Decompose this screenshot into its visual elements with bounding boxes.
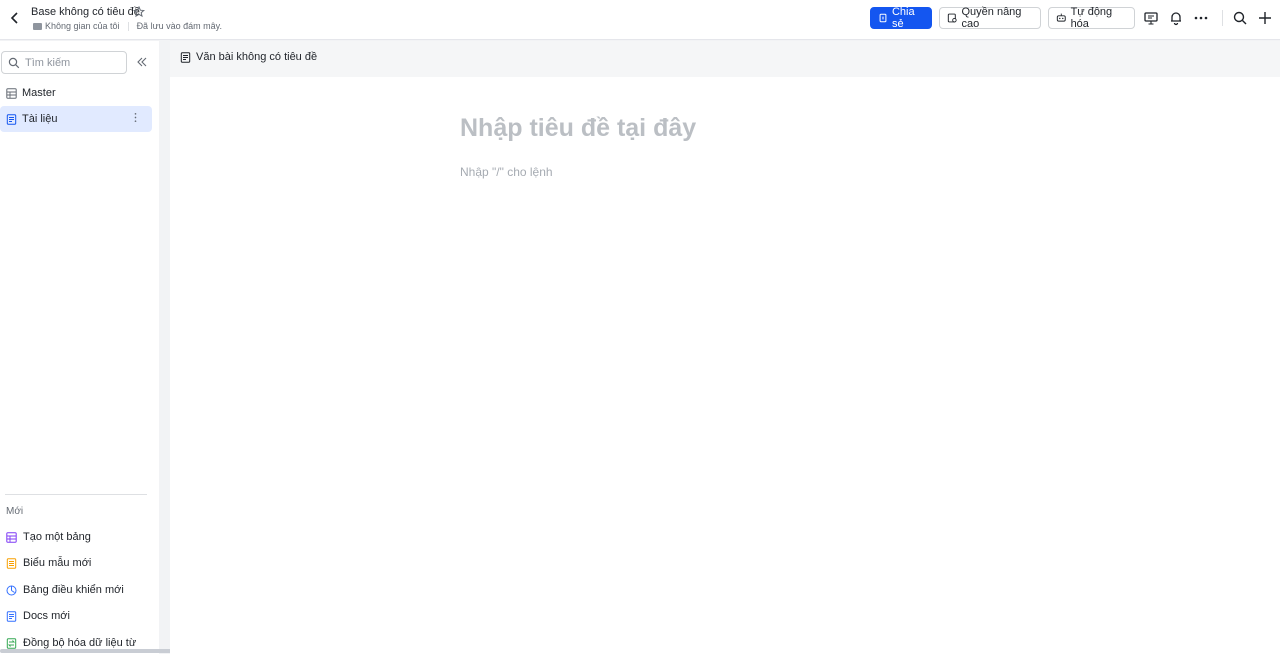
document-title-placeholder[interactable]: Nhập tiêu đề tại đây [460,114,696,143]
new-dashboard-button[interactable]: Bảng điều khiển mới [6,580,124,600]
breadcrumb-divider [127,21,129,31]
sidebar: Tìm kiếm Master Tài liệu Mới Tạo một bản… [0,41,159,654]
new-form-button[interactable]: Biểu mẫu mới [6,553,91,573]
plus-icon[interactable] [1257,10,1273,26]
save-status: Đã lưu vào đám mây. [136,21,222,31]
create-table-button[interactable]: Tạo một bảng [6,527,91,547]
top-header: Base không có tiêu đề Không gian của tôi… [0,0,1280,40]
more-icon[interactable] [1193,10,1209,26]
share-lock-icon [879,13,887,23]
table-icon [6,531,17,543]
docs-icon [6,610,17,622]
document-editor[interactable]: Nhập tiêu đề tại đây Nhập "/" cho lệnh [170,77,1280,654]
new-docs-button[interactable]: Docs mới [6,606,70,626]
back-icon[interactable] [6,9,24,27]
sidebar-divider [5,494,147,495]
permission-icon [947,13,957,23]
document-icon [180,51,191,63]
sidebar-item-label: Master [22,87,56,99]
share-label: Chia sẻ [891,6,915,30]
more-vertical-icon[interactable] [130,112,141,123]
search-placeholder: Tìm kiếm [25,56,71,69]
automation-button[interactable]: Tự động hóa [1048,6,1135,30]
advanced-permissions-button[interactable]: Quyền nâng cao [939,6,1041,30]
new-item-label: Đồng bộ hóa dữ liệu từ [23,637,137,649]
star-icon[interactable] [133,6,145,18]
new-section-label: Mới [6,506,24,517]
collapse-sidebar-icon[interactable] [136,56,148,68]
header-divider [1222,10,1223,26]
sidebar-search-input[interactable]: Tìm kiếm [1,51,127,74]
automation-label: Tự động hóa [1070,6,1113,30]
new-item-label: Docs mới [23,610,70,622]
new-item-label: Bảng điều khiển mới [23,584,124,596]
share-button[interactable]: Chia sẻ [870,6,932,30]
dashboard-icon [6,585,17,595]
search-icon[interactable] [1232,10,1248,26]
document-tab-label: Văn bài không có tiêu đề [196,51,318,63]
search-icon [8,57,20,68]
folder-icon [33,22,42,30]
presentation-icon[interactable] [1143,10,1159,26]
sidebar-item-label: Tài liệu [22,113,58,125]
document-icon [6,113,17,125]
breadcrumb: Không gian của tôi Đã lưu vào đám mây. [33,21,222,31]
breadcrumb-space[interactable]: Không gian của tôi [45,21,120,31]
sidebar-item-master[interactable]: Master [0,81,152,105]
sync-icon [6,637,17,649]
bell-icon[interactable] [1168,10,1184,26]
form-icon [6,557,17,569]
document-body-placeholder[interactable]: Nhập "/" cho lệnh [460,165,553,179]
permissions-label: Quyền nâng cao [961,6,1022,30]
document-tab[interactable]: Văn bài không có tiêu đề [180,51,317,63]
new-item-label: Biểu mẫu mới [23,557,92,569]
document-tab-bar: Văn bài không có tiêu đề [170,41,1280,77]
sidebar-item-tai-lieu[interactable]: Tài liệu [0,106,152,132]
base-title[interactable]: Base không có tiêu đề [31,6,140,18]
table-icon [6,87,17,99]
new-item-label: Tạo một bảng [23,531,91,543]
robot-icon [1056,13,1066,22]
